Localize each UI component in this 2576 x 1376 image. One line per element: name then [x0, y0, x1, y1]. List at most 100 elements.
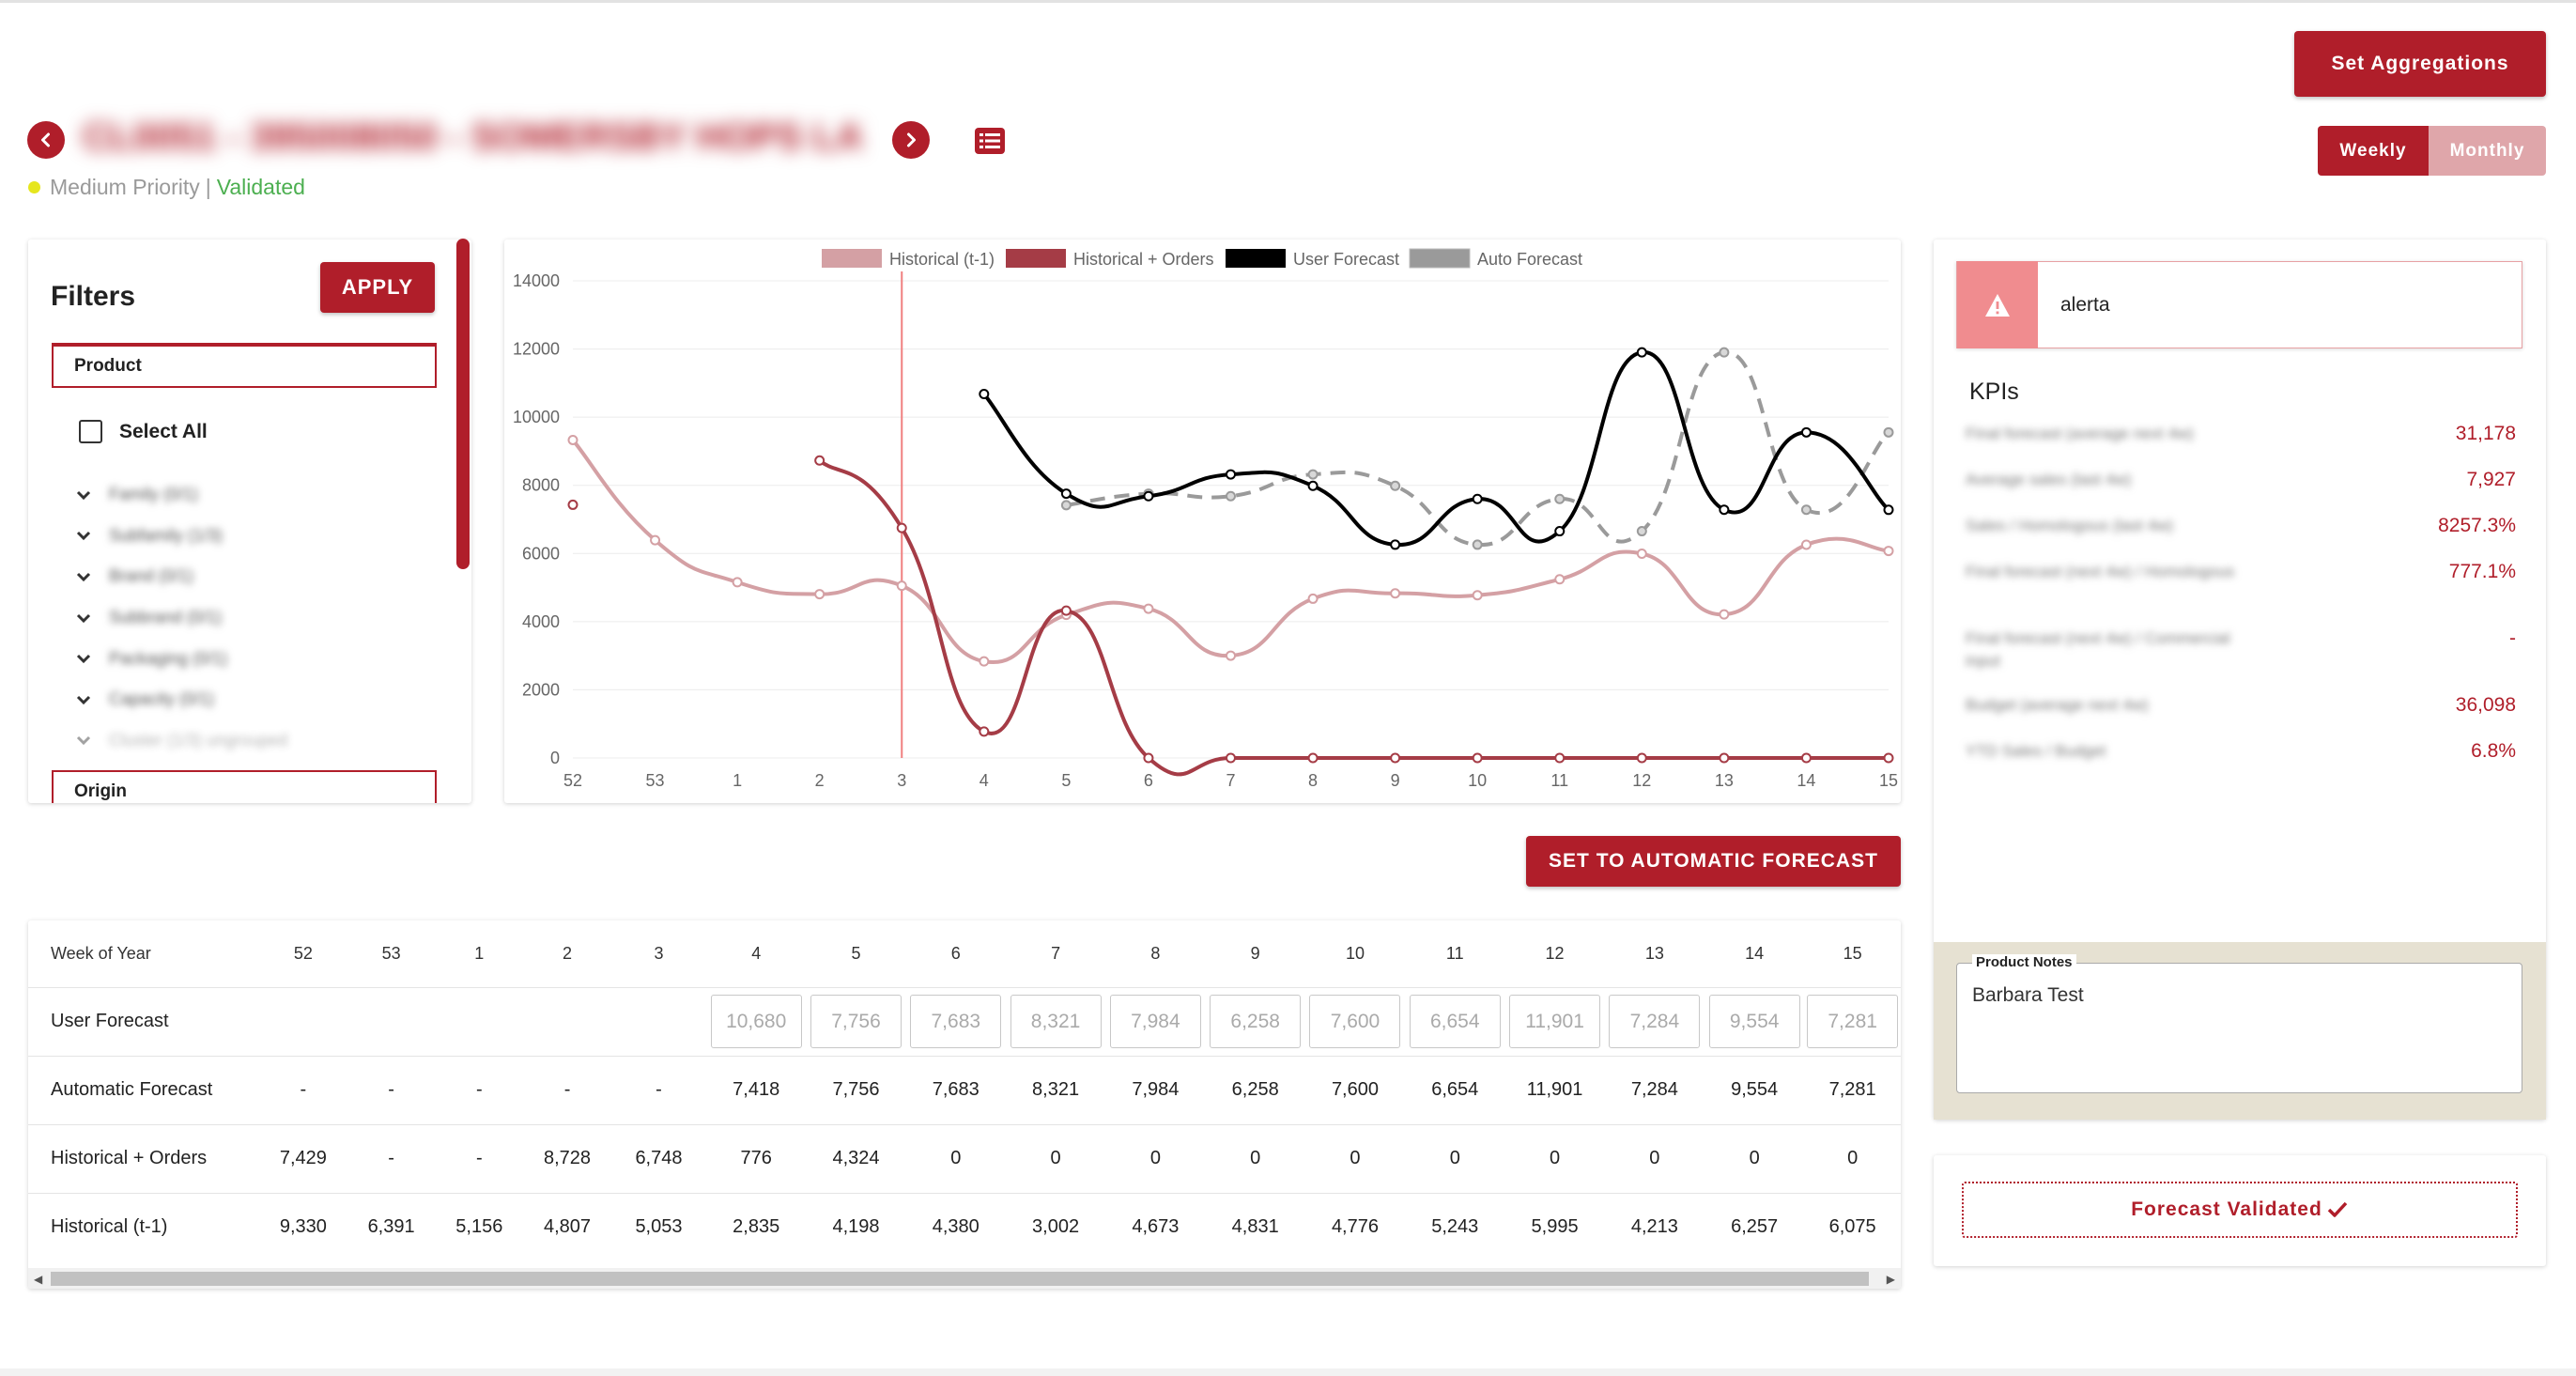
table-cell: 7,284: [1604, 986, 1705, 1056]
forecast-table: Week of Year 52 53 1 2 3 4 5 6 7 8 9 10 11 12 13 14 15 Us…: [28, 920, 1901, 1261]
filter-item[interactable]: Subfamily (1/3): [73, 516, 411, 557]
legend-label: Historical (t-1): [889, 250, 995, 269]
data-point: [1883, 546, 1894, 557]
bottom-border: [0, 1368, 2576, 1376]
table-cell: 6,654: [1405, 986, 1505, 1056]
table-cell: 7,600: [1304, 986, 1406, 1056]
table-cell: 9,554: [1704, 1055, 1805, 1124]
week-header: 4: [751, 943, 762, 963]
forecast-input[interactable]: 7,683: [910, 995, 1002, 1048]
kpi-row: Final forecast (average next 4w) 31,178: [1966, 423, 2516, 469]
forecast-input[interactable]: 8,321: [1010, 995, 1102, 1048]
forecast-chart: 0200040006000800010000120001400052 53 1 2 3 4…: [513, 248, 1898, 790]
legend-label: Auto Forecast: [1477, 250, 1582, 269]
filter-item[interactable]: Packaging (0/1): [73, 638, 411, 679]
legend-swatch: [822, 249, 882, 268]
filter-item[interactable]: Brand (0/1): [73, 556, 411, 597]
filters-title: Filters: [51, 281, 136, 312]
legend-swatch: [1006, 249, 1066, 268]
forecast-input[interactable]: 7,284: [1609, 995, 1701, 1048]
top-border: [0, 0, 2576, 3]
product-notes-field[interactable]: Product Notes Barbara Test: [1956, 954, 2522, 1093]
data-point: [1636, 548, 1647, 559]
filter-item-label: Cluster (1/3) ungrouped: [109, 730, 288, 750]
filter-item[interactable]: Cluster (1/3) ungrouped: [73, 720, 411, 762]
filter-item[interactable]: Family (0/1): [73, 474, 411, 516]
table-cell: 7,281: [1804, 1055, 1901, 1124]
select-all-checkbox[interactable]: Select All: [79, 420, 208, 443]
alert-text: alerta: [2060, 293, 2110, 316]
forecast-input[interactable]: 9,554: [1708, 995, 1800, 1048]
product-filter-tab[interactable]: Product: [52, 343, 437, 388]
filter-item[interactable]: Capacity (0/1): [73, 679, 411, 720]
data-point: [979, 656, 990, 667]
week-header: 10: [1345, 943, 1365, 963]
data-point: [1800, 539, 1812, 550]
scrollbar-thumb[interactable]: [51, 1272, 1869, 1286]
week-header: 15: [1843, 943, 1862, 963]
x-tick-label: 6: [1144, 771, 1153, 790]
legend-label: Historical + Orders: [1073, 250, 1214, 269]
table-horizontal-scrollbar[interactable]: ◀ ▶: [28, 1268, 1901, 1289]
forecast-input[interactable]: 6,258: [1210, 995, 1302, 1048]
x-tick-label: 4: [979, 771, 989, 790]
data-point: [1060, 488, 1072, 500]
filter-item[interactable]: Subbrand (0/1): [73, 597, 411, 639]
data-point: [1472, 752, 1483, 764]
x-tick-label: 1: [733, 771, 742, 790]
previous-product-button[interactable]: [27, 121, 65, 159]
product-list-icon[interactable]: [975, 128, 1005, 159]
kpis-title: KPIs: [1969, 379, 2019, 405]
forecast-input[interactable]: 7,984: [1109, 995, 1201, 1048]
data-point: [814, 589, 825, 600]
table-cell: 4,324: [806, 1123, 906, 1193]
forecast-input[interactable]: 7,600: [1309, 995, 1401, 1048]
chevron-down-icon: [76, 572, 91, 582]
data-point: [1060, 500, 1072, 511]
set-automatic-forecast-button[interactable]: SET TO AUTOMATIC FORECAST: [1526, 836, 1901, 887]
forecast-input[interactable]: 10,680: [710, 995, 802, 1048]
forecast-input[interactable]: 6,654: [1409, 995, 1501, 1048]
table-cell: -: [523, 1055, 611, 1124]
week-header: 5: [851, 943, 861, 963]
data-point: [1800, 426, 1812, 438]
forecast-validated-label: Forecast Validated: [2131, 1198, 2322, 1220]
next-product-button[interactable]: [892, 121, 930, 159]
scroll-left-icon[interactable]: ◀: [34, 1273, 42, 1286]
table-cell: 0: [1105, 1123, 1206, 1193]
set-aggregations-button[interactable]: Set Aggregations: [2294, 31, 2546, 97]
forecast-input[interactable]: 7,281: [1807, 995, 1899, 1048]
apply-filters-button[interactable]: APPLY: [320, 262, 435, 313]
x-tick-label: 5: [1061, 771, 1071, 790]
forecast-input[interactable]: 11,901: [1509, 995, 1601, 1048]
x-tick-label: 15: [1879, 771, 1898, 790]
week-header: 11: [1445, 943, 1464, 963]
origin-filter-tab[interactable]: Origin: [52, 770, 437, 803]
table-cell: 0: [1005, 1123, 1106, 1193]
scroll-right-icon[interactable]: ▶: [1887, 1273, 1895, 1286]
week-header: 53: [381, 943, 401, 963]
data-point: [1143, 752, 1154, 764]
data-point: [1226, 490, 1236, 502]
data-point: [1226, 752, 1236, 764]
y-tick-label: 6000: [522, 544, 560, 563]
data-point: [1719, 347, 1730, 358]
data-point: [1143, 490, 1154, 502]
filters-scrollbar[interactable]: [456, 239, 470, 569]
filter-item-label: Subbrand (0/1): [109, 608, 223, 627]
table-cell: [610, 986, 707, 1056]
kpi-row: Final forecast (next 4w) / Homologous 777…: [1966, 561, 2516, 627]
table-cell: 7,984: [1105, 986, 1206, 1056]
table-cell: 7,756: [806, 1055, 906, 1124]
x-tick-label: 3: [897, 771, 906, 790]
weekly-toggle[interactable]: Weekly: [2318, 126, 2429, 176]
alert-icon-box: [1957, 261, 2038, 348]
week-header: 1: [474, 943, 485, 963]
y-tick-label: 8000: [522, 476, 560, 495]
table-cell: 10,680: [706, 986, 807, 1056]
monthly-toggle[interactable]: Monthly: [2429, 126, 2546, 176]
forecast-validated-button[interactable]: Forecast Validated: [1962, 1182, 2518, 1238]
forecast-input[interactable]: 7,756: [810, 995, 902, 1048]
week-header: 7: [1051, 943, 1061, 963]
data-point: [896, 580, 907, 592]
